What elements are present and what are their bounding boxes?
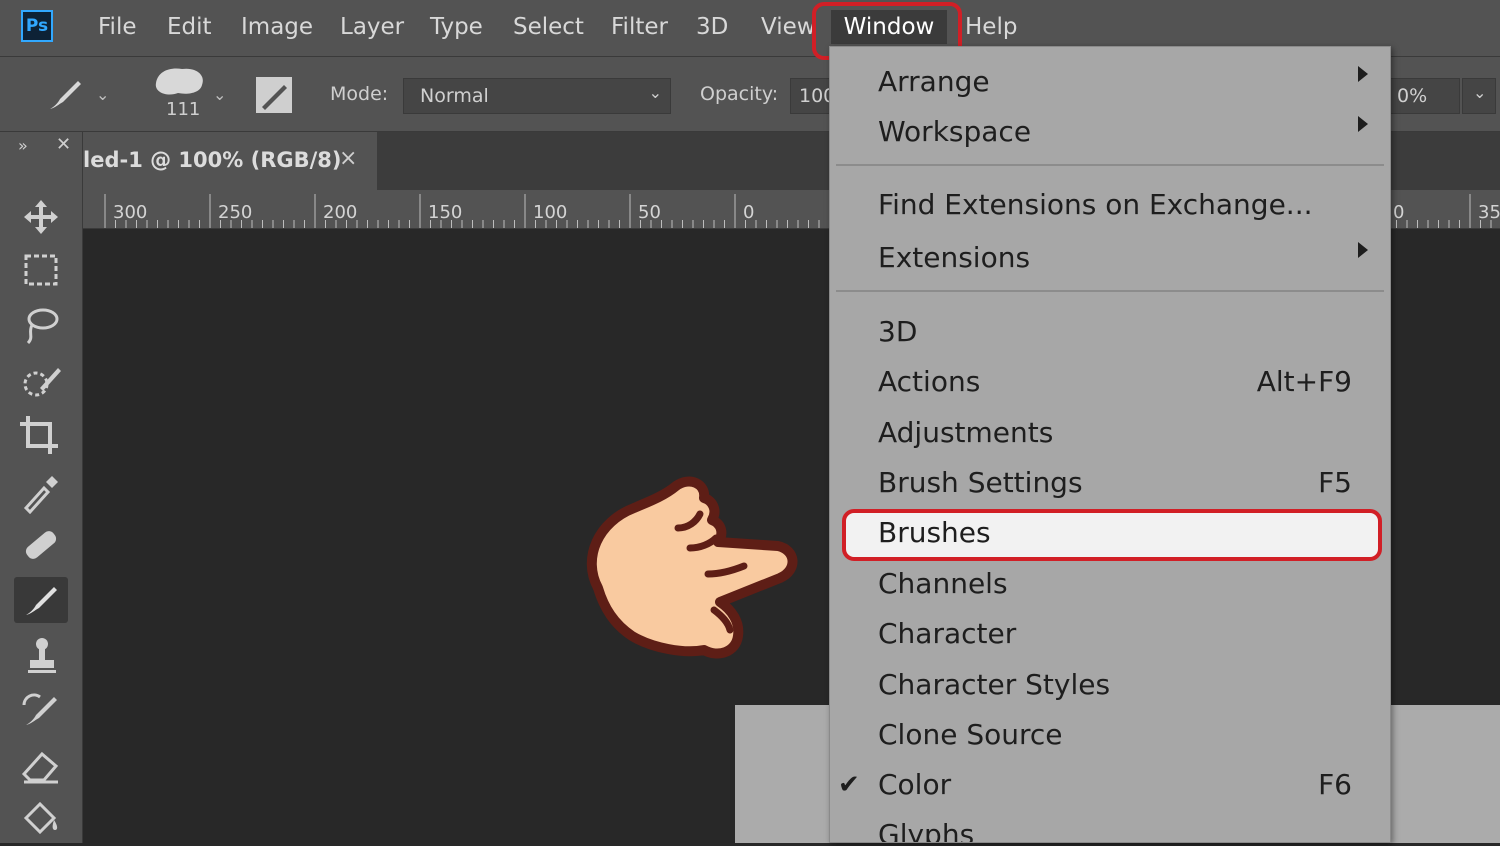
collapse-panel-icon[interactable]: » [18,136,28,155]
brush-tool[interactable] [14,577,68,623]
opacity-value: 100 [799,85,829,107]
flow-input[interactable]: 0% [1390,78,1460,114]
brush-tip-icon[interactable] [152,63,208,99]
paint-bucket-tool[interactable] [14,796,68,842]
menu-item-3d[interactable]: 3D [878,314,917,350]
ruler-label: 35 [1478,202,1500,223]
menu-edit[interactable]: Edit [167,12,212,42]
menu-file[interactable]: File [98,12,137,42]
menu-filter[interactable]: Filter [611,12,668,42]
menu-separator [836,290,1384,292]
menu-select[interactable]: Select [513,12,584,42]
menu-item-actions[interactable]: Actions [878,364,980,400]
document-tab-title: led-1 @ 100% (RGB/8) [83,148,342,172]
eraser-tool[interactable] [14,742,68,788]
opacity-input[interactable]: 100 [790,78,830,114]
eyedropper-tool[interactable] [14,468,68,515]
chevron-down-icon[interactable]: ⌄ [96,85,109,104]
ruler-label: 100 [533,202,568,223]
mode-label: Mode: [330,83,389,105]
submenu-arrow-icon [1358,66,1368,82]
lasso-tool[interactable] [14,303,68,349]
history-brush-icon [22,693,57,725]
menu-type[interactable]: Type [430,12,483,42]
quick-select-tool[interactable] [14,358,68,404]
pointing-hand-icon [586,476,798,659]
menu-item-clone-source[interactable]: Clone Source [878,717,1063,753]
paint-bucket-icon [23,801,58,835]
close-panel-icon[interactable]: ✕ [56,134,71,155]
menu-item-extensions[interactable]: Extensions [878,240,1030,276]
flow-value: 0% [1397,85,1428,107]
crop-icon [20,416,58,454]
menu-item-character-styles[interactable]: Character Styles [878,667,1110,703]
crop-tool[interactable] [14,412,68,458]
menu-item-arrange[interactable]: Arrange [878,64,990,100]
checkmark-icon: ✔ [838,770,860,800]
chevron-down-icon: ⌄ [1473,83,1487,102]
menu-item-character[interactable]: Character [878,616,1016,652]
ps-logo[interactable]: Ps [21,10,53,42]
menu-item-glyphs[interactable]: Glyphs [878,817,974,842]
chevron-down-icon: ⌄ [648,83,662,102]
menu-image[interactable]: Image [241,12,313,42]
menu-item-find-extensions[interactable]: Find Extensions on Exchange... [878,187,1313,223]
clone-stamp-icon [28,638,56,673]
move-tool[interactable] [14,194,68,240]
ruler-label: 200 [323,202,358,223]
menu-3d[interactable]: 3D [696,12,728,42]
move-icon [24,200,58,234]
healing-tool[interactable] [14,522,68,568]
window-menu: Arrange Workspace Find Extensions on Exc… [829,46,1391,843]
mode-value: Normal [420,85,489,107]
quick-select-icon [23,368,61,397]
eraser-icon [21,751,59,784]
healing-icon [25,531,57,559]
ruler-label: 250 [218,202,253,223]
mode-dropdown[interactable]: Normal ⌄ [403,78,671,114]
brush-icon[interactable] [44,77,84,113]
shortcut-actions: Alt+F9 [1256,365,1352,398]
shortcut-color: F6 [1318,768,1352,801]
close-icon[interactable]: × [339,146,357,171]
ruler-label: 150 [428,202,463,223]
toolbox: » ✕ [0,132,83,843]
flow-dropdown[interactable]: ⌄ [1462,78,1496,114]
brush-size: 111 [166,99,201,120]
menu-separator [836,164,1384,166]
clone-stamp-tool[interactable] [14,632,68,678]
eyedropper-icon [23,476,58,515]
submenu-arrow-icon [1358,116,1368,132]
marquee-icon [24,254,58,286]
lasso-icon [26,308,59,345]
chevron-down-icon[interactable]: ⌄ [213,85,226,104]
menu-help[interactable]: Help [965,12,1017,42]
marquee-tool[interactable] [14,248,68,294]
ruler-label: 300 [113,202,148,223]
menu-view[interactable]: View [761,12,816,42]
history-brush-tool[interactable] [14,687,68,733]
shortcut-brush-settings: F5 [1318,466,1352,499]
brush-icon [26,587,57,615]
menu-layer[interactable]: Layer [340,12,404,42]
ruler-label: 0 [743,202,755,223]
menu-item-color[interactable]: Color [878,767,951,803]
menu-item-workspace[interactable]: Workspace [878,114,1031,150]
ruler-label: 0 [1393,202,1405,223]
menu-item-adjustments[interactable]: Adjustments [878,415,1053,451]
menu-item-channels[interactable]: Channels [878,566,1008,602]
submenu-arrow-icon [1358,242,1368,258]
ruler-label: 50 [638,202,661,223]
brush-panel-toggle-icon[interactable] [254,75,294,115]
menu-item-brush-settings[interactable]: Brush Settings [878,465,1083,501]
menu-item-brushes[interactable]: Brushes [878,515,991,551]
document-tab[interactable]: led-1 @ 100% (RGB/8) × [83,132,377,190]
opacity-label: Opacity: [700,83,779,105]
